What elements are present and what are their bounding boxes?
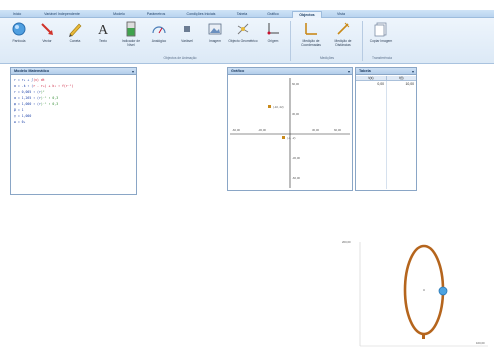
graph-y-tick: 30,00 bbox=[292, 112, 299, 116]
variable-button[interactable]: Variável bbox=[174, 21, 200, 55]
graph-y-tick: 60,00 bbox=[292, 82, 299, 86]
copy-image-icon bbox=[374, 22, 387, 37]
text-icon: A bbox=[98, 23, 109, 37]
group-label-animacao: Objectos de Animação bbox=[163, 56, 197, 60]
model-line[interactable]: a = -k ∙ (r - r₀) + k₁ ∙ f(r⁻¹) bbox=[14, 84, 74, 88]
geometric-object-button[interactable]: Objecto Geométrico bbox=[228, 21, 258, 55]
scene-canvas[interactable] bbox=[340, 232, 490, 350]
ellipse-center-point bbox=[423, 289, 425, 291]
graph-panel-title: Gráfico bbox=[228, 68, 352, 75]
model-line[interactable]: φ = 1,000 ∙ (r)⁻¹ ∙ 0,3 bbox=[14, 102, 58, 106]
pen-label: Caneta bbox=[69, 39, 81, 43]
graph-y-tick: -60,00 bbox=[292, 176, 300, 180]
origin-button[interactable]: Origem bbox=[260, 21, 286, 55]
graph-point-label: (-10, 22) bbox=[273, 105, 284, 109]
tab-objectos[interactable]: Objectos bbox=[292, 11, 322, 18]
ribbon-separator bbox=[290, 21, 291, 61]
graph-x-tick: 30,00 bbox=[312, 128, 319, 132]
variable-icon bbox=[184, 26, 190, 32]
graph-x-tick: -60,00 bbox=[232, 128, 240, 132]
copy-image-label: Copiar Imagem bbox=[369, 39, 393, 43]
scene-y-label: 200,00 bbox=[342, 240, 351, 244]
vector-label: Vector bbox=[42, 39, 52, 43]
model-panel: Modelo Matemático ▾ r = r₀ + ∫(v) dt a =… bbox=[10, 67, 137, 195]
geometric-object-icon bbox=[237, 23, 249, 35]
graph-point-label: (-4, -2) bbox=[287, 136, 296, 140]
tab-inicio[interactable]: Início bbox=[8, 11, 26, 18]
coordinate-measure-label: Medição de Coordenadas bbox=[301, 39, 321, 47]
distance-measure-icon bbox=[337, 22, 350, 35]
copy-image-button[interactable]: Copiar Imagem bbox=[368, 21, 394, 55]
graph-point bbox=[282, 136, 285, 139]
tab-parametros[interactable]: Parâmetros bbox=[142, 11, 170, 18]
graph-point bbox=[268, 105, 271, 108]
image-label: Imagem bbox=[209, 39, 221, 43]
model-line[interactable]: r = 0,005 ∙ (r)² bbox=[14, 90, 45, 94]
table-panel: Tabela ▾ t(s) f(t) 0,00 10,00 bbox=[355, 67, 417, 191]
analog-button[interactable]: Analógico bbox=[146, 21, 172, 55]
particle bbox=[438, 286, 448, 296]
model-line[interactable]: r = r₀ + ∫(v) dt bbox=[14, 78, 45, 82]
pen-icon bbox=[69, 23, 82, 37]
coordinate-measure-icon bbox=[305, 23, 317, 35]
ribbon: Partícula Vector Caneta A Texto Indicado… bbox=[0, 18, 494, 64]
group-label-transferencia: Transferência bbox=[371, 56, 393, 60]
vector-button[interactable]: Vector bbox=[34, 21, 60, 55]
image-icon bbox=[208, 23, 222, 35]
model-line[interactable]: γ = 1,000 bbox=[14, 114, 31, 118]
tab-condicoes-iniciais[interactable]: Condições Iniciais bbox=[180, 11, 222, 18]
panel-minimize-icon[interactable]: ▾ bbox=[412, 68, 414, 75]
panel-minimize-icon[interactable]: ▾ bbox=[132, 68, 134, 75]
svg-text:A: A bbox=[98, 23, 109, 37]
tab-tabela[interactable]: Tabela bbox=[232, 11, 252, 18]
distance-measure-button[interactable]: Medição de Distâncias bbox=[328, 21, 358, 55]
table-column-header[interactable]: f(t) bbox=[386, 76, 416, 81]
geometric-object-label: Objecto Geométrico bbox=[228, 39, 258, 43]
pen-button[interactable]: Caneta bbox=[62, 21, 88, 55]
level-indicator-label: Indicador de Nível bbox=[121, 39, 141, 47]
panel-minimize-icon[interactable]: ▾ bbox=[348, 68, 350, 75]
origin-label: Origem bbox=[267, 39, 279, 43]
table-panel-title: Tabela bbox=[356, 68, 416, 75]
text-button[interactable]: A Texto bbox=[90, 21, 116, 55]
tab-variavel-independente[interactable]: Variável Independente bbox=[38, 11, 86, 18]
particle-button[interactable]: Partícula bbox=[6, 21, 32, 55]
ribbon-separator bbox=[362, 21, 363, 61]
analog-label: Analógico bbox=[151, 39, 167, 43]
trajectory-origin-marker bbox=[422, 334, 425, 339]
coordinate-measure-button[interactable]: Medição de Coordenadas bbox=[296, 21, 326, 55]
group-label-medicoes: Medições bbox=[319, 56, 335, 60]
model-line[interactable]: α = 1,265 ∙ (r)⁻¹ ∙ 0,3 bbox=[14, 96, 58, 100]
graph-panel: Gráfico ▾ (-10, 22) (-4, -2) -60,00 -30,… bbox=[227, 67, 353, 191]
animation-scene[interactable]: 200,00 100,00 bbox=[340, 232, 490, 350]
distance-measure-label: Medição de Distâncias bbox=[334, 39, 352, 47]
tab-vista[interactable]: Vista bbox=[332, 11, 350, 18]
origin-icon bbox=[267, 23, 279, 35]
table-cell[interactable]: 10,00 bbox=[386, 82, 416, 87]
particle-label: Partícula bbox=[12, 39, 26, 43]
level-indicator-button[interactable]: Indicador de Nível bbox=[118, 21, 144, 55]
table-column-header[interactable]: t(s) bbox=[356, 76, 386, 81]
tab-modelo[interactable]: Modelo bbox=[108, 11, 130, 18]
model-line[interactable]: ω = θ₀ bbox=[14, 120, 26, 124]
tab-grafico[interactable]: Gráfico bbox=[262, 11, 284, 18]
text-label: Texto bbox=[99, 39, 107, 43]
variable-label: Variável bbox=[181, 39, 193, 43]
table-vertical-gridline bbox=[386, 81, 387, 189]
graph-x-tick: 60,00 bbox=[334, 128, 341, 132]
model-panel-title: Modelo Matemático bbox=[11, 68, 136, 75]
graph-y-tick: -30,00 bbox=[292, 156, 300, 160]
level-indicator-icon bbox=[126, 21, 136, 37]
graph-canvas[interactable] bbox=[228, 76, 352, 190]
vector-icon bbox=[41, 23, 53, 35]
particle-icon bbox=[12, 22, 26, 36]
table-cell[interactable]: 0,00 bbox=[356, 82, 386, 87]
analog-gauge-icon bbox=[152, 26, 166, 34]
ribbon-tab-bar: Início Variável Independente Modelo Parâ… bbox=[0, 10, 494, 18]
image-button[interactable]: Imagem bbox=[202, 21, 228, 55]
scene-x-label: 100,00 bbox=[476, 341, 485, 345]
graph-x-tick: -30,00 bbox=[258, 128, 266, 132]
model-line[interactable]: β = 1 bbox=[14, 108, 24, 112]
